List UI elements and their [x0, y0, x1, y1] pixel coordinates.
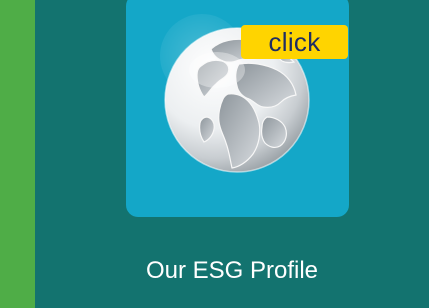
- click-badge[interactable]: click: [241, 25, 348, 59]
- esg-profile-title[interactable]: Our ESG Profile: [35, 257, 429, 285]
- main-panel: click Our ESG Profile: [35, 0, 429, 308]
- sidebar-accent: [0, 0, 35, 308]
